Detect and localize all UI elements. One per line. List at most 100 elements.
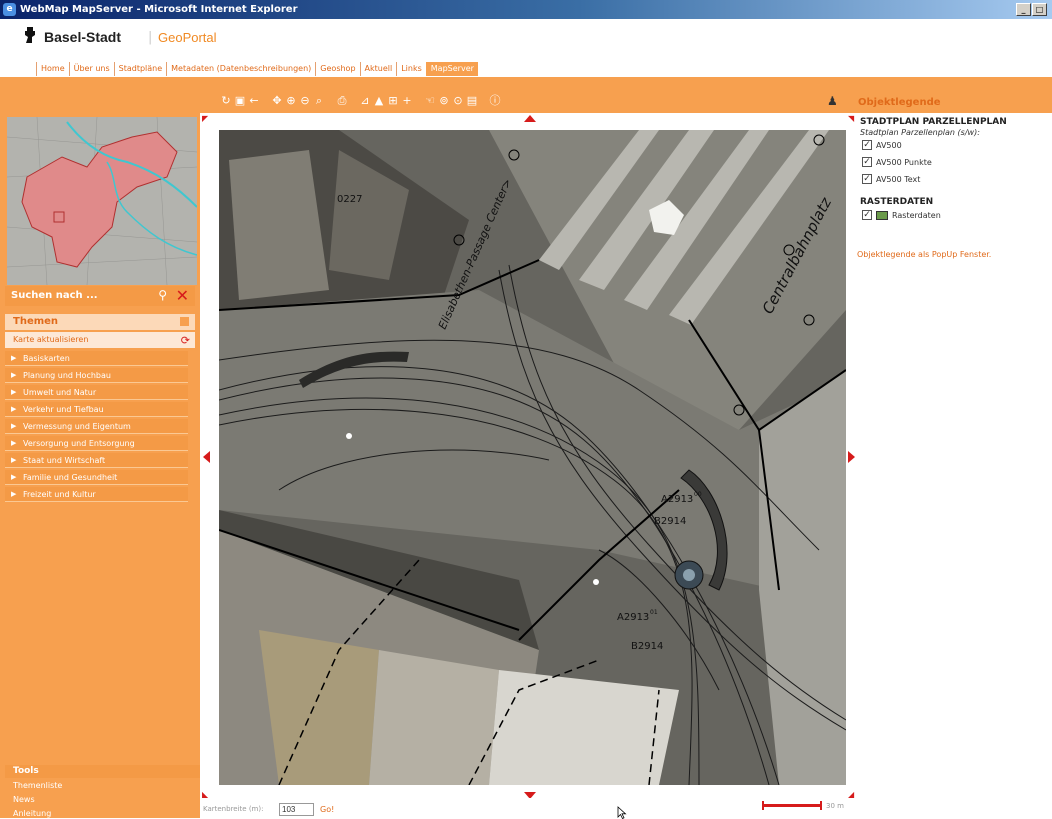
pan-east-arrow[interactable] xyxy=(848,451,855,463)
category-familie[interactable]: ▶ Familie und Gesundheit xyxy=(5,470,188,485)
checkbox[interactable]: ✓ xyxy=(862,157,872,167)
nav-mapserver[interactable]: MapServer xyxy=(425,62,478,76)
legend-item-label: AV500 xyxy=(876,140,902,150)
full-extent-icon[interactable]: ▣ xyxy=(234,95,246,107)
pan-north-arrow[interactable] xyxy=(524,115,536,122)
ie-icon: e xyxy=(3,3,16,16)
nav-metadaten[interactable]: Metadaten (Datenbeschreibungen) xyxy=(166,62,315,76)
maximize-button[interactable]: □ xyxy=(1032,3,1047,16)
buffer-icon[interactable]: ⊚ xyxy=(438,95,450,107)
nav-links[interactable]: Links xyxy=(396,62,426,76)
map-label-a2913-top: A2913 xyxy=(661,494,693,505)
zoom-box-icon[interactable]: ⌕ xyxy=(313,95,325,107)
themen-label: Themen xyxy=(13,316,59,327)
window-title: WebMap MapServer - Microsoft Internet Ex… xyxy=(20,4,298,15)
map-label-0227: 0227 xyxy=(337,194,362,205)
legend-item-av500-text[interactable]: ✓ AV500 Text xyxy=(862,174,920,184)
minimize-button[interactable]: _ xyxy=(1016,3,1031,16)
category-umwelt[interactable]: ▶ Umwelt und Natur xyxy=(5,385,188,400)
scale-bar xyxy=(762,801,822,810)
legend-item-label: AV500 Punkte xyxy=(876,157,932,167)
category-versorgung[interactable]: ▶ Versorgung und Entsorgung xyxy=(5,436,188,451)
category-label: Familie und Gesundheit xyxy=(23,473,118,482)
select-icon[interactable]: ☜ xyxy=(424,95,436,107)
map-canvas[interactable]: 0227 Elisabethen-Passage Center> Central… xyxy=(219,130,846,785)
scale-input[interactable] xyxy=(279,803,314,816)
back-icon[interactable]: ← xyxy=(248,95,260,107)
category-vermessung[interactable]: ▶ Vermessung und Eigentum xyxy=(5,419,188,434)
map-label-b2914-bottom: B2914 xyxy=(631,641,663,652)
search-label: Suchen nach ... xyxy=(11,290,98,301)
link-themenliste[interactable]: Themenliste xyxy=(13,781,62,790)
link-news[interactable]: News xyxy=(13,795,35,804)
nav-aktuell[interactable]: Aktuell xyxy=(359,62,397,76)
info-icon[interactable]: ⓘ xyxy=(489,95,501,107)
link-anleitung[interactable]: Anleitung xyxy=(13,809,51,818)
map-label-sup-01: 01 xyxy=(650,609,658,616)
find-icon[interactable]: ⚲ xyxy=(158,288,167,302)
nav-geoshop[interactable]: Geoshop xyxy=(315,62,359,76)
checkbox[interactable]: ✓ xyxy=(862,140,872,150)
basel-crest-icon xyxy=(25,27,35,43)
print-icon[interactable]: ⎙ xyxy=(336,95,348,107)
category-freizeit[interactable]: ▶ Freizeit und Kultur xyxy=(5,487,188,502)
refresh-icon[interactable]: ↻ xyxy=(220,95,232,107)
category-verkehr[interactable]: ▶ Verkehr und Tiefbau xyxy=(5,402,188,417)
nav-stadtplaene[interactable]: Stadtpläne xyxy=(113,62,167,76)
legend-section-title: STADTPLAN PARZELLENPLAN xyxy=(860,117,1007,127)
pan-northeast-arrow[interactable]: ◥ xyxy=(848,114,854,123)
tools-label: Tools xyxy=(13,766,39,776)
legend-popup-link[interactable]: Objektlegende als PopUp Fenster. xyxy=(857,250,991,259)
category-label: Umwelt und Natur xyxy=(23,388,97,397)
refresh-map-link[interactable]: Karte aktualisieren ⟳ xyxy=(5,332,195,348)
area-icon[interactable]: ▲ xyxy=(373,95,385,107)
category-planung[interactable]: ▶ Planung und Hochbau xyxy=(5,368,188,383)
legend-item-rasterdaten[interactable]: ✓ Rasterdaten xyxy=(862,210,941,220)
triangle-right-icon: ▶ xyxy=(11,371,17,379)
category-basiskarten[interactable]: ▶ Basiskarten xyxy=(5,351,188,366)
legend-person-icon[interactable]: ♟ xyxy=(827,94,842,109)
close-icon[interactable]: ✕ xyxy=(176,286,189,305)
category-label: Vermessung und Eigentum xyxy=(23,422,131,431)
legend-item-av500-punkte[interactable]: ✓ AV500 Punkte xyxy=(862,157,932,167)
identify-icon[interactable]: ⊙ xyxy=(452,95,464,107)
map-toolbar: ↻ ▣ ← ✥ ⊕ ⊖ ⌕ ⎙ ⊿ ▲ ⊞ + ☜ ⊚ ⊙ ▤ ⓘ xyxy=(220,95,501,107)
main-nav: Home Über uns Stadtpläne Metadaten (Date… xyxy=(36,62,478,76)
legend-item-label: Rasterdaten xyxy=(892,210,941,220)
checkbox[interactable]: ✓ xyxy=(862,174,872,184)
report-icon[interactable]: ▤ xyxy=(466,95,478,107)
go-button[interactable]: Go! xyxy=(320,805,334,814)
triangle-right-icon: ▶ xyxy=(11,439,17,447)
pan-northwest-arrow[interactable]: ◤ xyxy=(202,114,208,123)
category-label: Planung und Hochbau xyxy=(23,371,111,380)
triangle-right-icon: ▶ xyxy=(11,490,17,498)
legend-item-av500[interactable]: ✓ AV500 xyxy=(862,140,902,150)
triangle-right-icon: ▶ xyxy=(11,388,17,396)
category-label: Basiskarten xyxy=(23,354,70,363)
themen-header[interactable]: Themen xyxy=(5,314,195,330)
checkbox[interactable]: ✓ xyxy=(862,210,872,220)
pan-icon[interactable]: ✥ xyxy=(271,95,283,107)
add-icon[interactable]: + xyxy=(401,95,413,107)
pan-west-arrow[interactable] xyxy=(203,451,210,463)
zoom-out-icon[interactable]: ⊖ xyxy=(299,95,311,107)
measure-icon[interactable]: ⊿ xyxy=(359,95,371,107)
category-label: Staat und Wirtschaft xyxy=(23,456,106,465)
legend-section-title: RASTERDATEN xyxy=(860,197,934,207)
portal-name[interactable]: GeoPortal xyxy=(158,30,217,45)
collapse-icon[interactable] xyxy=(180,317,189,326)
triangle-right-icon: ▶ xyxy=(11,405,17,413)
category-label: Freizeit und Kultur xyxy=(23,490,96,499)
nav-home[interactable]: Home xyxy=(36,62,69,76)
legend-section-subtitle: Stadtplan Parzellenplan (s/w): xyxy=(860,128,980,137)
search-toggle[interactable]: Suchen nach ... ⚲ ✕ xyxy=(5,286,195,306)
category-staat[interactable]: ▶ Staat und Wirtschaft xyxy=(5,453,188,468)
zoom-in-icon[interactable]: ⊕ xyxy=(285,95,297,107)
tools-header[interactable]: Tools xyxy=(5,765,200,778)
query-icon[interactable]: ⊞ xyxy=(387,95,399,107)
nav-ueber-uns[interactable]: Über uns xyxy=(68,62,114,76)
scale-unit: 30 m xyxy=(826,802,844,810)
overview-map[interactable] xyxy=(7,117,197,285)
portal-header: Basel-Stadt | GeoPortal Home Über uns St… xyxy=(0,19,1052,77)
refresh-icon[interactable]: ⟳ xyxy=(181,333,190,349)
